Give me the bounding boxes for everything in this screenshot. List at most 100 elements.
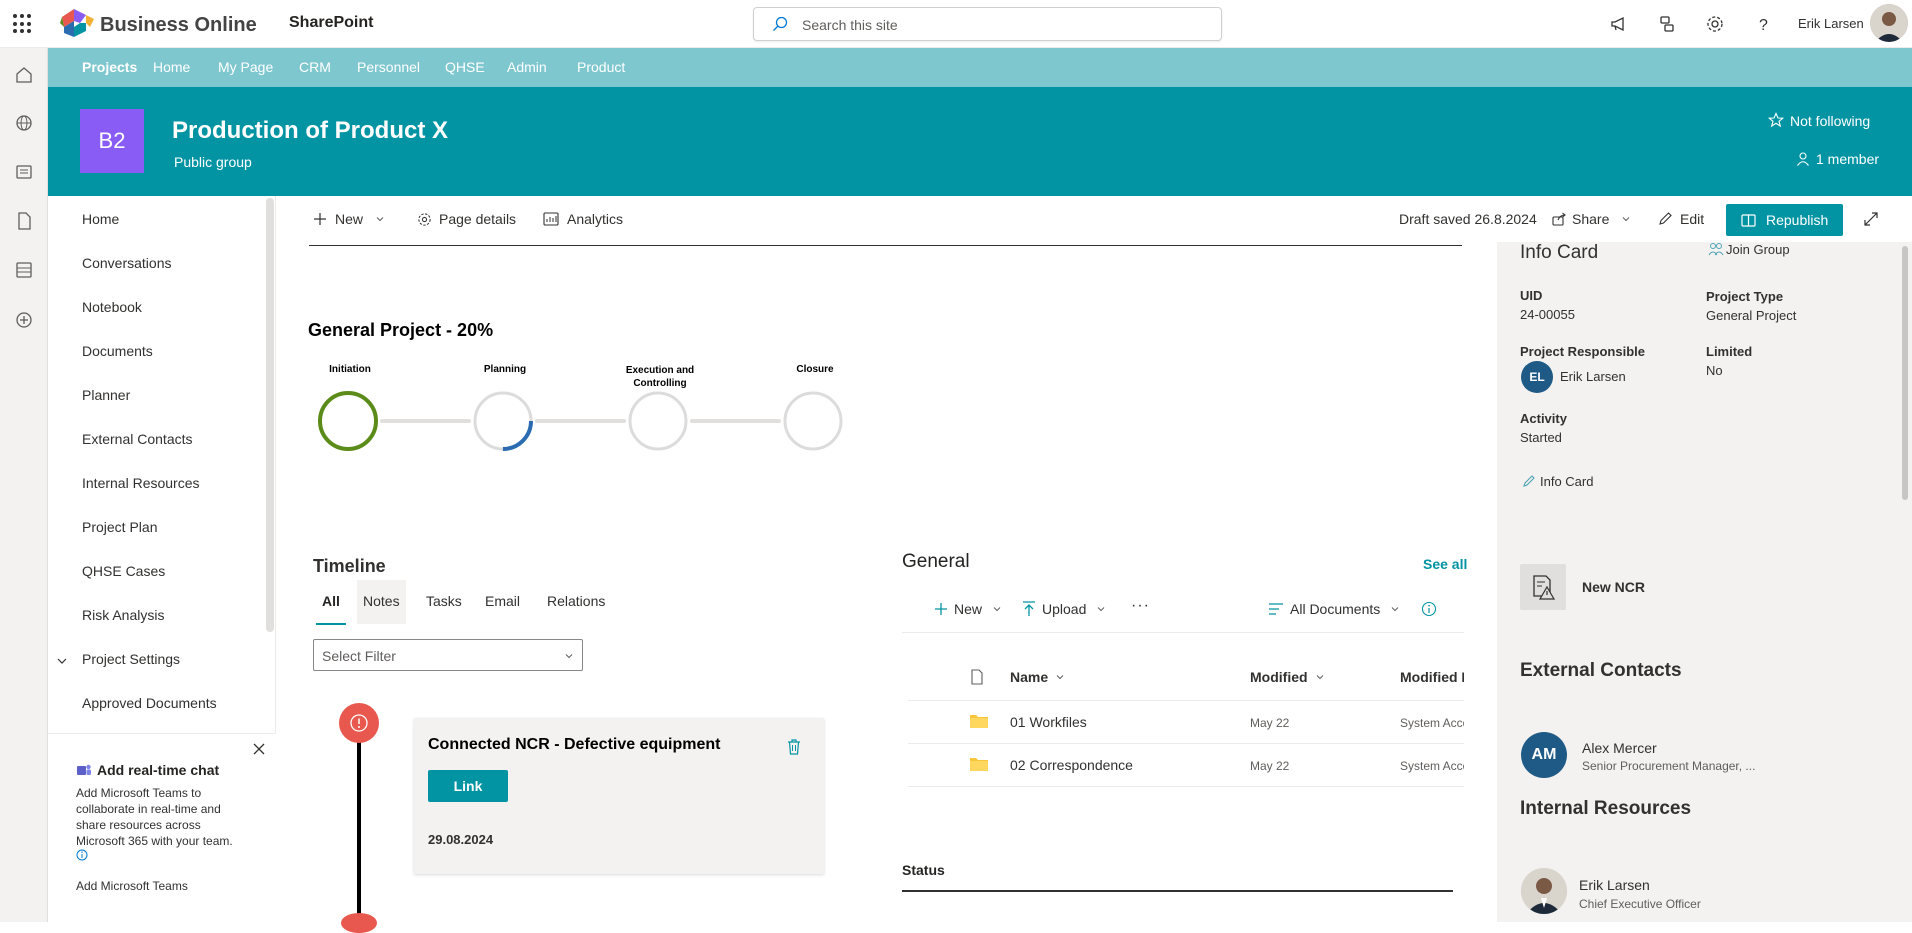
tab-relations[interactable]: Relations — [541, 594, 611, 624]
app-launcher-icon[interactable] — [13, 14, 33, 34]
avatar[interactable]: EL — [1521, 361, 1553, 393]
site-title[interactable]: Production of Product X — [172, 117, 448, 145]
hub-item-personnel[interactable]: Personnel — [357, 59, 420, 75]
info-icon[interactable] — [76, 849, 88, 861]
row-name[interactable]: 01 Workfiles — [1010, 714, 1087, 730]
nav-item-internal-resources[interactable]: Internal Resources — [82, 475, 200, 491]
nav-item-external-contacts[interactable]: External Contacts — [82, 431, 193, 447]
share-button[interactable]: Share — [1552, 211, 1631, 227]
nav-item-notebook[interactable]: Notebook — [82, 299, 142, 315]
contact-name[interactable]: Alex Mercer — [1582, 740, 1657, 756]
republish-button[interactable]: Republish — [1726, 204, 1843, 236]
hub-item-qhse[interactable]: QHSE — [445, 59, 485, 75]
limited-label: Limited — [1706, 344, 1753, 359]
help-icon[interactable]: ? — [1752, 13, 1774, 35]
user-name[interactable]: Erik Larsen — [1798, 16, 1864, 31]
hub-item-projects[interactable]: Projects — [82, 59, 137, 75]
library-new-button[interactable]: New — [934, 601, 1002, 617]
project-responsible-value[interactable]: Erik Larsen — [1560, 369, 1626, 384]
search-box[interactable]: Search this site — [753, 7, 1222, 41]
analytics-button[interactable]: Analytics — [543, 211, 623, 227]
expand-icon[interactable] — [1863, 211, 1879, 227]
stage-circle[interactable] — [628, 391, 688, 451]
page-details-label: Page details — [439, 211, 517, 227]
row-modified-by: System Acco — [1400, 716, 1464, 730]
list-icon[interactable] — [13, 259, 35, 281]
brand-name[interactable]: Business Online — [100, 14, 257, 37]
add-icon[interactable] — [13, 309, 35, 331]
delete-icon[interactable] — [786, 738, 802, 756]
hub-item-home[interactable]: Home — [153, 59, 190, 75]
chevron-down-icon — [1316, 675, 1323, 680]
join-group-label: Join Group — [1726, 242, 1790, 257]
new-button[interactable]: New — [313, 211, 385, 227]
user-avatar[interactable] — [1870, 4, 1908, 42]
column-name[interactable]: Name — [1010, 669, 1065, 685]
join-group-button[interactable]: Join Group — [1708, 242, 1790, 257]
view-switcher[interactable]: All Documents — [1268, 601, 1400, 617]
chevron-down-icon — [993, 607, 1001, 612]
nav-item-home[interactable]: Home — [82, 211, 119, 227]
app-name[interactable]: SharePoint — [289, 14, 373, 32]
nav-item-approved-documents[interactable]: Approved Documents — [82, 695, 217, 711]
nav-item-planner[interactable]: Planner — [82, 387, 130, 403]
chevron-down-icon[interactable] — [56, 655, 68, 667]
edit-info-card-link[interactable]: Info Card — [1522, 474, 1593, 489]
avatar[interactable]: AM — [1521, 732, 1567, 778]
stage-circle[interactable] — [783, 391, 843, 451]
card-link-button[interactable]: Link — [428, 770, 508, 802]
tab-notes[interactable]: Notes — [357, 580, 406, 624]
page-details-button[interactable]: Page details — [417, 211, 516, 227]
card-title[interactable]: Connected NCR - Defective equipment — [428, 736, 720, 754]
file-icon[interactable] — [13, 210, 35, 232]
hub-item-admin[interactable]: Admin — [507, 59, 547, 75]
close-icon[interactable] — [252, 742, 266, 756]
nav-item-conversations[interactable]: Conversations — [82, 255, 172, 271]
globe-icon[interactable] — [13, 112, 35, 134]
news-icon[interactable] — [13, 161, 35, 183]
left-navigation: Home Conversations Notebook Documents Pl… — [48, 196, 276, 726]
hub-item-crm[interactable]: CRM — [299, 59, 331, 75]
panel-scrollbar[interactable] — [1902, 246, 1908, 500]
edit-button[interactable]: Edit — [1658, 211, 1704, 227]
new-ncr-tile[interactable] — [1520, 564, 1566, 610]
tab-email[interactable]: Email — [479, 594, 526, 624]
hub-item-product[interactable]: Product — [577, 59, 625, 75]
nav-item-qhse-cases[interactable]: QHSE Cases — [82, 563, 165, 579]
tab-all[interactable]: All — [316, 594, 346, 625]
filter-dropdown[interactable]: Select Filter — [313, 639, 583, 671]
gear-icon[interactable] — [1704, 13, 1726, 35]
feedback-icon[interactable] — [1656, 13, 1678, 35]
row-modified: May 22 — [1250, 716, 1290, 730]
nav-item-project-settings[interactable]: Project Settings — [82, 651, 180, 667]
hub-item-my-page[interactable]: My Page — [218, 59, 273, 75]
avatar[interactable] — [1521, 868, 1567, 914]
more-options-icon[interactable]: ··· — [1131, 597, 1150, 615]
republish-label: Republish — [1766, 212, 1829, 228]
nav-item-project-plan[interactable]: Project Plan — [82, 519, 157, 535]
column-modified[interactable]: Modified — [1250, 669, 1325, 685]
megaphone-icon[interactable] — [1608, 13, 1630, 35]
add-teams-link[interactable]: Add Microsoft Teams — [76, 879, 188, 893]
info-icon[interactable] — [1421, 601, 1437, 617]
see-all-link[interactable]: See all — [1423, 556, 1467, 572]
search-input[interactable]: Search this site — [802, 17, 898, 33]
follow-button[interactable]: Not following — [1767, 112, 1870, 129]
nav-item-risk-analysis[interactable]: Risk Analysis — [82, 607, 164, 623]
site-logo[interactable]: B2 — [80, 109, 144, 173]
home-icon[interactable] — [13, 64, 35, 86]
column-modified-by[interactable]: Modified I — [1400, 669, 1464, 685]
pencil-icon — [1659, 212, 1672, 225]
nav-scrollbar[interactable] — [266, 198, 274, 632]
new-ncr-label[interactable]: New NCR — [1582, 579, 1645, 595]
upload-button[interactable]: Upload — [1022, 601, 1106, 617]
members-button[interactable]: 1 member — [1796, 151, 1879, 167]
row-name[interactable]: 02 Correspondence — [1010, 757, 1133, 773]
nav-item-documents[interactable]: Documents — [82, 343, 153, 359]
chevron-down-icon — [565, 654, 573, 659]
resource-name[interactable]: Erik Larsen — [1579, 877, 1650, 893]
stage-label: Closure — [796, 364, 834, 375]
upload-icon — [1023, 601, 1035, 616]
library-title[interactable]: General — [902, 551, 970, 573]
tab-tasks[interactable]: Tasks — [420, 594, 468, 624]
